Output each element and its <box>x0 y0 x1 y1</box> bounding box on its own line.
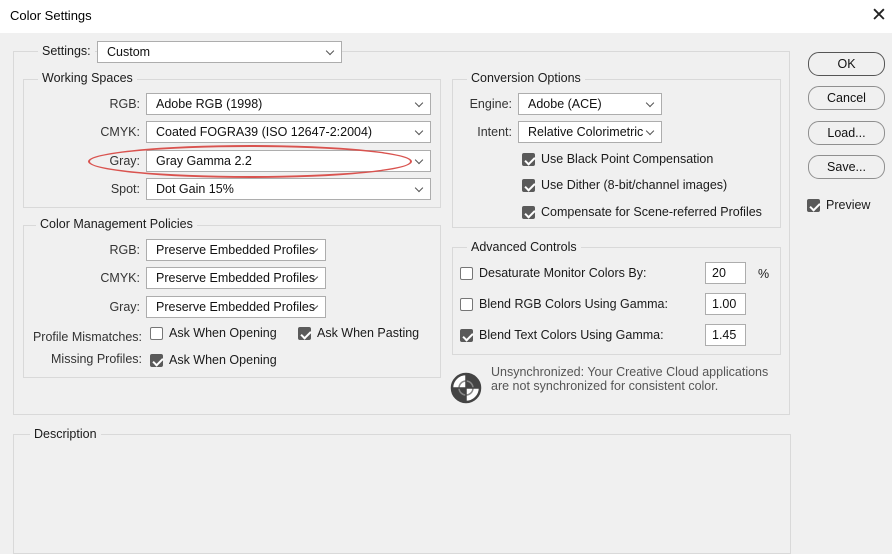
sync-message-line2: are not synchronized for consistent colo… <box>491 379 719 393</box>
blend-text-checkbox[interactable] <box>460 329 473 342</box>
ws-cmyk-label: CMYK: <box>100 125 140 139</box>
cancel-button[interactable]: Cancel <box>808 86 885 110</box>
engine-label: Engine: <box>469 97 512 111</box>
policy-cmyk-value: Preserve Embedded Profiles <box>156 271 316 285</box>
desaturate-label: Desaturate Monitor Colors By: <box>479 266 647 280</box>
blend-rgb-label: Blend RGB Colors Using Gamma: <box>479 297 668 311</box>
intent-value: Relative Colorimetric <box>528 125 644 139</box>
chevron-down-icon <box>311 268 319 288</box>
description-legend: Description <box>30 427 101 441</box>
policy-cmyk-label: CMYK: <box>100 271 140 285</box>
mismatch-ask-opening-checkbox[interactable] <box>150 327 163 340</box>
working-spaces-legend: Working Spaces <box>38 71 137 85</box>
policy-gray-label: Gray: <box>109 300 140 314</box>
profile-mismatches-label: Profile Mismatches: <box>32 330 142 344</box>
settings-dropdown-value: Custom <box>107 45 151 59</box>
mismatch-ask-pasting-checkbox[interactable] <box>298 327 311 340</box>
ws-spot-dropdown[interactable]: Dot Gain 15% <box>146 178 431 200</box>
missing-ask-opening-label: Ask When Opening <box>169 353 277 367</box>
missing-profiles-label: Missing Profiles: <box>51 352 142 366</box>
blend-rgb-input[interactable]: 1.00 <box>705 293 746 315</box>
preview-label: Preview <box>826 198 871 212</box>
policy-rgb-label: RGB: <box>109 243 140 257</box>
policy-gray-dropdown[interactable]: Preserve Embedded Profiles <box>146 296 326 318</box>
policy-rgb-dropdown[interactable]: Preserve Embedded Profiles <box>146 239 326 261</box>
chevron-down-icon <box>416 122 424 142</box>
scene-referred-label: Compensate for Scene-referred Profiles <box>541 205 762 219</box>
highlight-ellipse <box>88 145 412 178</box>
engine-dropdown[interactable]: Adobe (ACE) <box>518 93 662 115</box>
scene-referred-checkbox[interactable] <box>522 206 535 219</box>
chevron-down-icon <box>416 179 424 199</box>
chevron-down-icon <box>327 42 335 62</box>
unsynchronized-icon <box>450 372 482 404</box>
mismatch-ask-pasting-label: Ask When Pasting <box>317 326 420 340</box>
black-point-label: Use Black Point Compensation <box>541 152 714 166</box>
settings-label: Settings: <box>38 44 95 58</box>
policy-cmyk-dropdown[interactable]: Preserve Embedded Profiles <box>146 267 326 289</box>
conversion-legend: Conversion Options <box>467 71 585 85</box>
ws-rgb-dropdown[interactable]: Adobe RGB (1998) <box>146 93 431 115</box>
desaturate-checkbox[interactable] <box>460 267 473 280</box>
save-button[interactable]: Save... <box>808 155 885 179</box>
chevron-down-icon <box>311 240 319 260</box>
engine-value: Adobe (ACE) <box>528 97 602 111</box>
ws-cmyk-value: Coated FOGRA39 (ISO 12647-2:2004) <box>156 125 373 139</box>
desaturate-input[interactable]: 20 <box>705 262 746 284</box>
policies-legend: Color Management Policies <box>36 217 197 231</box>
advanced-legend: Advanced Controls <box>467 240 581 254</box>
ws-spot-value: Dot Gain 15% <box>156 182 234 196</box>
intent-label: Intent: <box>477 125 512 139</box>
close-icon[interactable]: ✕ <box>866 3 892 29</box>
title-bar <box>0 0 892 33</box>
chevron-down-icon <box>311 297 319 317</box>
chevron-down-icon <box>416 94 424 114</box>
sync-message-line1: Unsynchronized: Your Creative Cloud appl… <box>491 365 769 379</box>
mismatch-ask-opening-label: Ask When Opening <box>169 326 277 340</box>
blend-text-label: Blend Text Colors Using Gamma: <box>479 328 664 342</box>
ok-button[interactable]: OK <box>808 52 885 76</box>
ws-spot-label: Spot: <box>110 182 140 196</box>
dither-checkbox[interactable] <box>522 179 535 192</box>
intent-dropdown[interactable]: Relative Colorimetric <box>518 121 662 143</box>
policy-rgb-value: Preserve Embedded Profiles <box>156 243 316 257</box>
load-button[interactable]: Load... <box>808 121 885 145</box>
window-title: Color Settings <box>10 8 92 23</box>
ws-cmyk-dropdown[interactable]: Coated FOGRA39 (ISO 12647-2:2004) <box>146 121 431 143</box>
description-group <box>13 434 791 554</box>
desaturate-unit: % <box>758 267 770 281</box>
chevron-down-icon <box>647 122 655 142</box>
ws-rgb-label: RGB: <box>109 97 140 111</box>
ws-rgb-value: Adobe RGB (1998) <box>156 97 263 111</box>
chevron-down-icon <box>647 94 655 114</box>
dither-label: Use Dither (8-bit/channel images) <box>541 178 728 192</box>
policy-gray-value: Preserve Embedded Profiles <box>156 300 316 314</box>
blend-rgb-checkbox[interactable] <box>460 298 473 311</box>
missing-ask-opening-checkbox[interactable] <box>150 354 163 367</box>
chevron-down-icon <box>416 151 424 171</box>
black-point-checkbox[interactable] <box>522 153 535 166</box>
preview-checkbox[interactable] <box>807 199 820 212</box>
settings-dropdown[interactable]: Custom <box>97 41 342 63</box>
blend-text-input[interactable]: 1.45 <box>705 324 746 346</box>
